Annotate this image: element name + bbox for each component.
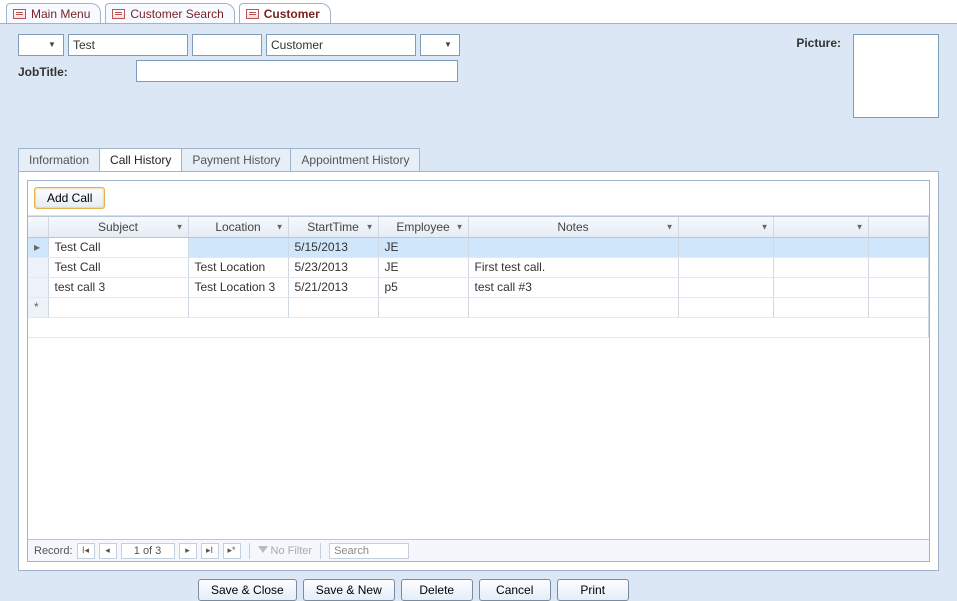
- form-icon: [13, 9, 26, 19]
- nav-first-button[interactable]: I◂: [77, 543, 95, 559]
- nav-new-button[interactable]: ▸*: [223, 543, 241, 559]
- save-close-button[interactable]: Save & Close: [198, 579, 297, 601]
- chevron-down-icon: ▼: [456, 222, 464, 231]
- tab-call-history[interactable]: Call History: [100, 148, 182, 171]
- chevron-down-icon: ▼: [176, 222, 184, 231]
- delete-button[interactable]: Delete: [401, 579, 473, 601]
- cell-employee[interactable]: JE: [378, 237, 468, 257]
- suffix-combo[interactable]: ▼: [420, 34, 460, 56]
- jobtitle-input[interactable]: [136, 60, 458, 82]
- tab-main-menu[interactable]: Main Menu: [6, 3, 101, 23]
- form-icon: [112, 9, 125, 19]
- filter-indicator[interactable]: No Filter: [258, 545, 313, 557]
- col-extra-1[interactable]: ▼: [678, 217, 773, 237]
- nav-next-button[interactable]: ▸: [179, 543, 197, 559]
- funnel-icon: [258, 546, 268, 556]
- chevron-down-icon: ▼: [45, 41, 59, 49]
- column-header-row: Subject▼ Location▼ StartTime▼ Employee▼ …: [28, 217, 929, 237]
- tab-label: Customer Search: [130, 7, 223, 21]
- tab-customer-search[interactable]: Customer Search: [105, 3, 234, 23]
- form-action-bar: Save & Close Save & New Delete Cancel Pr…: [18, 571, 939, 601]
- chevron-down-icon: ▼: [276, 222, 284, 231]
- record-label: Record:: [34, 545, 73, 557]
- nav-last-button[interactable]: ▸I: [201, 543, 219, 559]
- chevron-down-icon: ▼: [856, 222, 864, 231]
- call-history-panel: Add Call Subject▼ Location▼ StartTime▼ E…: [18, 171, 939, 571]
- cell-notes[interactable]: test call #3: [468, 277, 678, 297]
- chevron-down-icon: ▼: [441, 41, 455, 49]
- first-name-input[interactable]: Test: [68, 34, 188, 56]
- prefix-combo[interactable]: ▼: [18, 34, 64, 56]
- jobtitle-label: JobTitle:: [18, 63, 72, 79]
- row-selector[interactable]: ▸: [28, 237, 48, 257]
- first-name-value: Test: [73, 38, 95, 52]
- save-new-button[interactable]: Save & New: [303, 579, 395, 601]
- table-row[interactable]: test call 3 Test Location 3 5/21/2013 p5…: [28, 277, 929, 297]
- record-position[interactable]: 1 of 3: [121, 543, 175, 559]
- row-selector[interactable]: [28, 257, 48, 277]
- table-row[interactable]: Test Call Test Location 5/23/2013 JE Fir…: [28, 257, 929, 277]
- col-employee[interactable]: Employee▼: [378, 217, 468, 237]
- detail-tabstrip: Information Call History Payment History…: [18, 148, 939, 171]
- tab-label: Customer: [264, 7, 320, 21]
- new-record-icon[interactable]: *: [28, 297, 48, 317]
- cell-location[interactable]: [188, 237, 288, 257]
- cell-location[interactable]: Test Location 3: [188, 277, 288, 297]
- cell-notes[interactable]: [468, 237, 678, 257]
- tab-customer[interactable]: Customer: [239, 3, 331, 23]
- cell-notes[interactable]: First test call.: [468, 257, 678, 277]
- col-subject[interactable]: Subject▼: [48, 217, 188, 237]
- chevron-down-icon: ▼: [761, 222, 769, 231]
- record-navigator: Record: I◂ ◂ 1 of 3 ▸ ▸I ▸* No Filter Se…: [28, 539, 929, 561]
- col-starttime[interactable]: StartTime▼: [288, 217, 378, 237]
- cell-subject[interactable]: Test Call: [48, 237, 188, 257]
- window-tabstrip: Main Menu Customer Search Customer: [0, 0, 957, 24]
- nav-prev-button[interactable]: ◂: [99, 543, 117, 559]
- chevron-down-icon: ▼: [666, 222, 674, 231]
- tab-appointment-history[interactable]: Appointment History: [291, 148, 420, 171]
- cell-starttime[interactable]: 5/21/2013: [288, 277, 378, 297]
- tab-label: Main Menu: [31, 7, 90, 21]
- tab-payment-history[interactable]: Payment History: [182, 148, 291, 171]
- new-record-row[interactable]: *: [28, 297, 929, 317]
- picture-label: Picture:: [796, 34, 845, 50]
- table-row[interactable]: ▸ Test Call 5/15/2013 JE: [28, 237, 929, 257]
- cancel-button[interactable]: Cancel: [479, 579, 551, 601]
- col-notes[interactable]: Notes▼: [468, 217, 678, 237]
- row-selector[interactable]: [28, 277, 48, 297]
- add-call-button[interactable]: Add Call: [34, 187, 105, 209]
- cell-starttime[interactable]: 5/23/2013: [288, 257, 378, 277]
- middle-name-input[interactable]: [192, 34, 262, 56]
- customer-form: ▼ Test Customer ▼ JobTitle:: [0, 24, 957, 601]
- cell-employee[interactable]: JE: [378, 257, 468, 277]
- picture-frame[interactable]: [853, 34, 939, 118]
- search-input[interactable]: Search: [329, 543, 409, 559]
- print-button[interactable]: Print: [557, 579, 629, 601]
- tab-information[interactable]: Information: [18, 148, 100, 171]
- col-extra-3[interactable]: [868, 217, 929, 237]
- cell-subject[interactable]: test call 3: [48, 277, 188, 297]
- col-extra-2[interactable]: ▼: [773, 217, 868, 237]
- last-name-input[interactable]: Customer: [266, 34, 416, 56]
- select-all-corner[interactable]: [28, 217, 48, 237]
- form-icon: [246, 9, 259, 19]
- cell-subject[interactable]: Test Call: [48, 257, 188, 277]
- cell-starttime[interactable]: 5/15/2013: [288, 237, 378, 257]
- cell-location[interactable]: Test Location: [188, 257, 288, 277]
- last-name-value: Customer: [271, 38, 323, 52]
- call-history-datasheet[interactable]: Subject▼ Location▼ StartTime▼ Employee▼ …: [28, 216, 929, 539]
- col-location[interactable]: Location▼: [188, 217, 288, 237]
- chevron-down-icon: ▼: [366, 222, 374, 231]
- cell-employee[interactable]: p5: [378, 277, 468, 297]
